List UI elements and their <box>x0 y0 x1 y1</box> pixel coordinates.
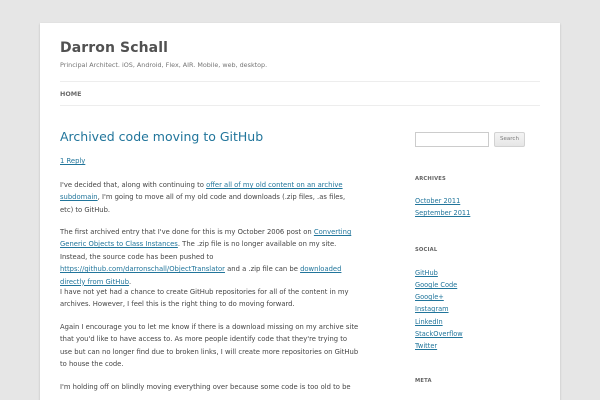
site-title[interactable]: Darron Schall <box>60 40 168 56</box>
comments-link[interactable]: 1 Reply <box>60 157 85 165</box>
social-link-google-plus[interactable]: Google+ <box>415 293 444 301</box>
github-repo-link[interactable]: https://github.com/darronschall/ObjectTr… <box>60 265 225 273</box>
p2-text-end: . <box>129 277 132 286</box>
meta-widget-title: META <box>415 378 432 384</box>
social-link-instagram[interactable]: Instagram <box>415 305 449 313</box>
search-button[interactable]: Search <box>494 132 525 147</box>
post-title[interactable]: Archived code moving to GitHub <box>60 129 263 144</box>
post-paragraph-5: I'm holding off on blindly moving everyt… <box>60 383 351 391</box>
p2-text-start: The first archived entry that I've done … <box>60 228 314 236</box>
nav-home-link[interactable]: HOME <box>60 90 82 98</box>
post-paragraph-3: I have not yet had a chance to create Gi… <box>60 288 349 309</box>
archive-link-october-2011[interactable]: October 2011 <box>415 197 460 205</box>
social-link-linkedin[interactable]: LinkedIn <box>415 318 443 326</box>
site-description: Principal Architect. iOS, Android, Flex,… <box>60 61 268 69</box>
p1-text-start: I've decided that, along with continuing… <box>60 181 207 189</box>
social-widget-title: SOCIAL <box>415 247 438 253</box>
p2-text-mid-2: and a .zip file can be <box>224 265 301 274</box>
social-link-twitter[interactable]: Twitter <box>415 342 437 350</box>
main-navigation: HOME <box>60 81 540 106</box>
p1-text-end: , I'm going to move all of my old code a… <box>60 193 346 214</box>
post-paragraph-1: I've decided that, along with continuing… <box>60 179 360 216</box>
social-link-stackoverflow[interactable]: StackOverflow <box>415 330 463 338</box>
social-link-github[interactable]: GitHub <box>415 269 438 277</box>
post-paragraph-4: Again I encourage you to let me know if … <box>60 323 359 369</box>
post-paragraph-2: The first archived entry that I've done … <box>60 226 360 288</box>
social-link-google-code[interactable]: Google Code <box>415 281 457 289</box>
page-container: Darron Schall Principal Architect. iOS, … <box>40 23 560 400</box>
search-input[interactable] <box>415 132 489 147</box>
archive-link-september-2011[interactable]: September 2011 <box>415 209 470 217</box>
archives-widget-title: ARCHIVES <box>415 176 446 182</box>
